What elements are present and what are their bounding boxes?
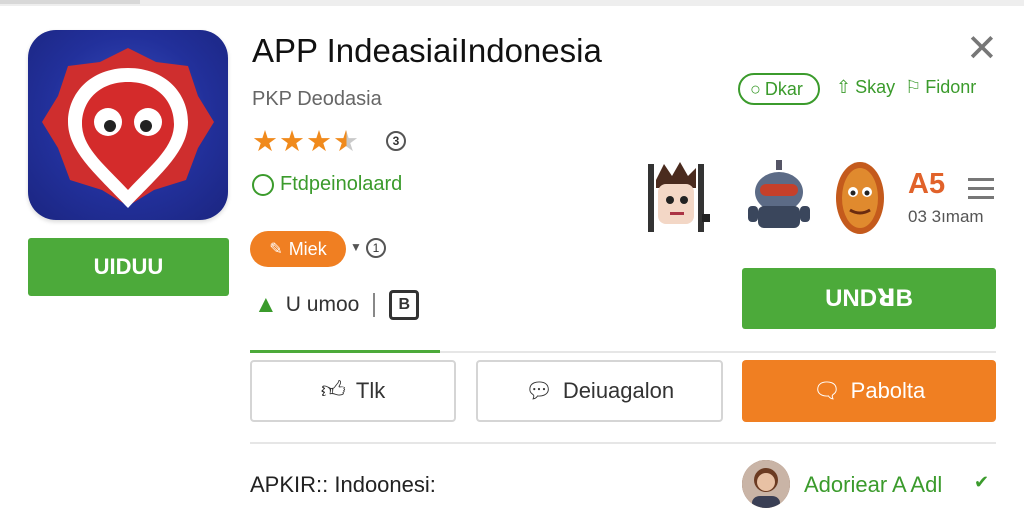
header-links: ⇧ Skay ⚐ Fidonr	[836, 77, 976, 98]
star-icon: ★	[279, 126, 306, 158]
discuss-button-label: Deiuagalon	[562, 378, 675, 403]
character-face-icon	[648, 162, 710, 232]
flag-icon: ⚐	[905, 77, 922, 97]
download-button[interactable]: UIDUU	[28, 238, 229, 296]
publish-button-label: Pabolta	[850, 378, 926, 403]
chat-bubble-icon	[252, 173, 274, 196]
active-tab-indicator	[250, 350, 440, 353]
like-button[interactable]: 👍︎ Tlk	[250, 360, 456, 422]
header-link-1[interactable]: Skay	[855, 77, 895, 98]
developer-name: PKP Deodasia	[252, 88, 382, 110]
screenshot-thumb-3[interactable]	[826, 158, 896, 236]
star-icon: ★	[252, 126, 279, 158]
search-chip-label: Dkar	[764, 78, 803, 99]
install-button[interactable]: UNDꓤB	[742, 268, 996, 329]
rating-info-value: 3	[392, 134, 400, 148]
user-photo-icon	[742, 460, 790, 508]
chevron-down-icon[interactable]: ✔	[974, 472, 989, 493]
comment-icon: 💬︎	[524, 378, 553, 403]
discuss-button[interactable]: 💬︎ Deiuagalon	[476, 360, 723, 422]
pencil-icon: ✎	[269, 241, 283, 258]
install-button-label: UNDꓤB	[825, 285, 913, 312]
price-subtext: 03 3ımam	[908, 207, 984, 226]
search-icon: ○	[750, 78, 761, 99]
publish-button[interactable]: 🗨︎ Pabolta	[742, 360, 996, 422]
footer-divider	[250, 442, 996, 444]
close-icon[interactable]: ✕	[966, 30, 998, 68]
speech-bubble-icon: 🗨︎	[812, 378, 841, 403]
thumbs-up-icon: 👍︎	[320, 377, 346, 404]
tag-info-value: 1	[372, 241, 380, 255]
caret-down-icon[interactable]: ▼	[350, 240, 362, 254]
book-icon-label: B	[398, 296, 411, 313]
top-strip	[0, 0, 140, 4]
half-star-icon: ★	[333, 126, 360, 158]
tag-pill[interactable]: ✎ Miek	[250, 231, 346, 267]
robot-icon	[748, 160, 810, 228]
feature-badge: Ftdpeinolaard	[252, 173, 402, 196]
screenshot-thumb-1[interactable]	[642, 158, 712, 236]
download-button-label: UIDUU	[93, 254, 164, 279]
book-icon[interactable]: B	[389, 290, 420, 320]
screenshot-thumb-2[interactable]	[744, 158, 814, 236]
tag-pill-label: Miek	[288, 238, 327, 259]
footer-title: APKIR:: Indoonesi:	[250, 472, 436, 497]
feature-label: Ftdpeinolaard	[280, 173, 403, 195]
avatar[interactable]	[742, 460, 790, 508]
rating-stars: ★★★★	[252, 124, 360, 159]
separator	[373, 293, 376, 317]
star-icon: ★	[306, 126, 333, 158]
app-title: APP IndeasiaiIndonesia	[252, 32, 602, 69]
header-link-2[interactable]: Fidonr	[925, 77, 976, 98]
meta-row: ▲ U umoo B	[254, 290, 420, 320]
map-pin-icon	[42, 48, 214, 208]
bookmark-icon: ⇧	[836, 77, 852, 97]
search-chip[interactable]: ○ Dkar	[738, 73, 820, 105]
grass-icon: ▲	[254, 291, 278, 318]
meta-label: U umoo	[285, 293, 360, 316]
footer-username[interactable]: Adoriear A Adl	[804, 472, 942, 498]
bean-character-icon	[836, 162, 884, 234]
like-button-label: Tlk	[355, 378, 386, 403]
rating-info-icon[interactable]: 3	[386, 131, 406, 151]
price-value: A5	[908, 168, 946, 200]
app-icon	[28, 30, 228, 220]
menu-icon[interactable]	[968, 178, 994, 205]
tag-info-icon[interactable]: 1	[366, 238, 386, 258]
